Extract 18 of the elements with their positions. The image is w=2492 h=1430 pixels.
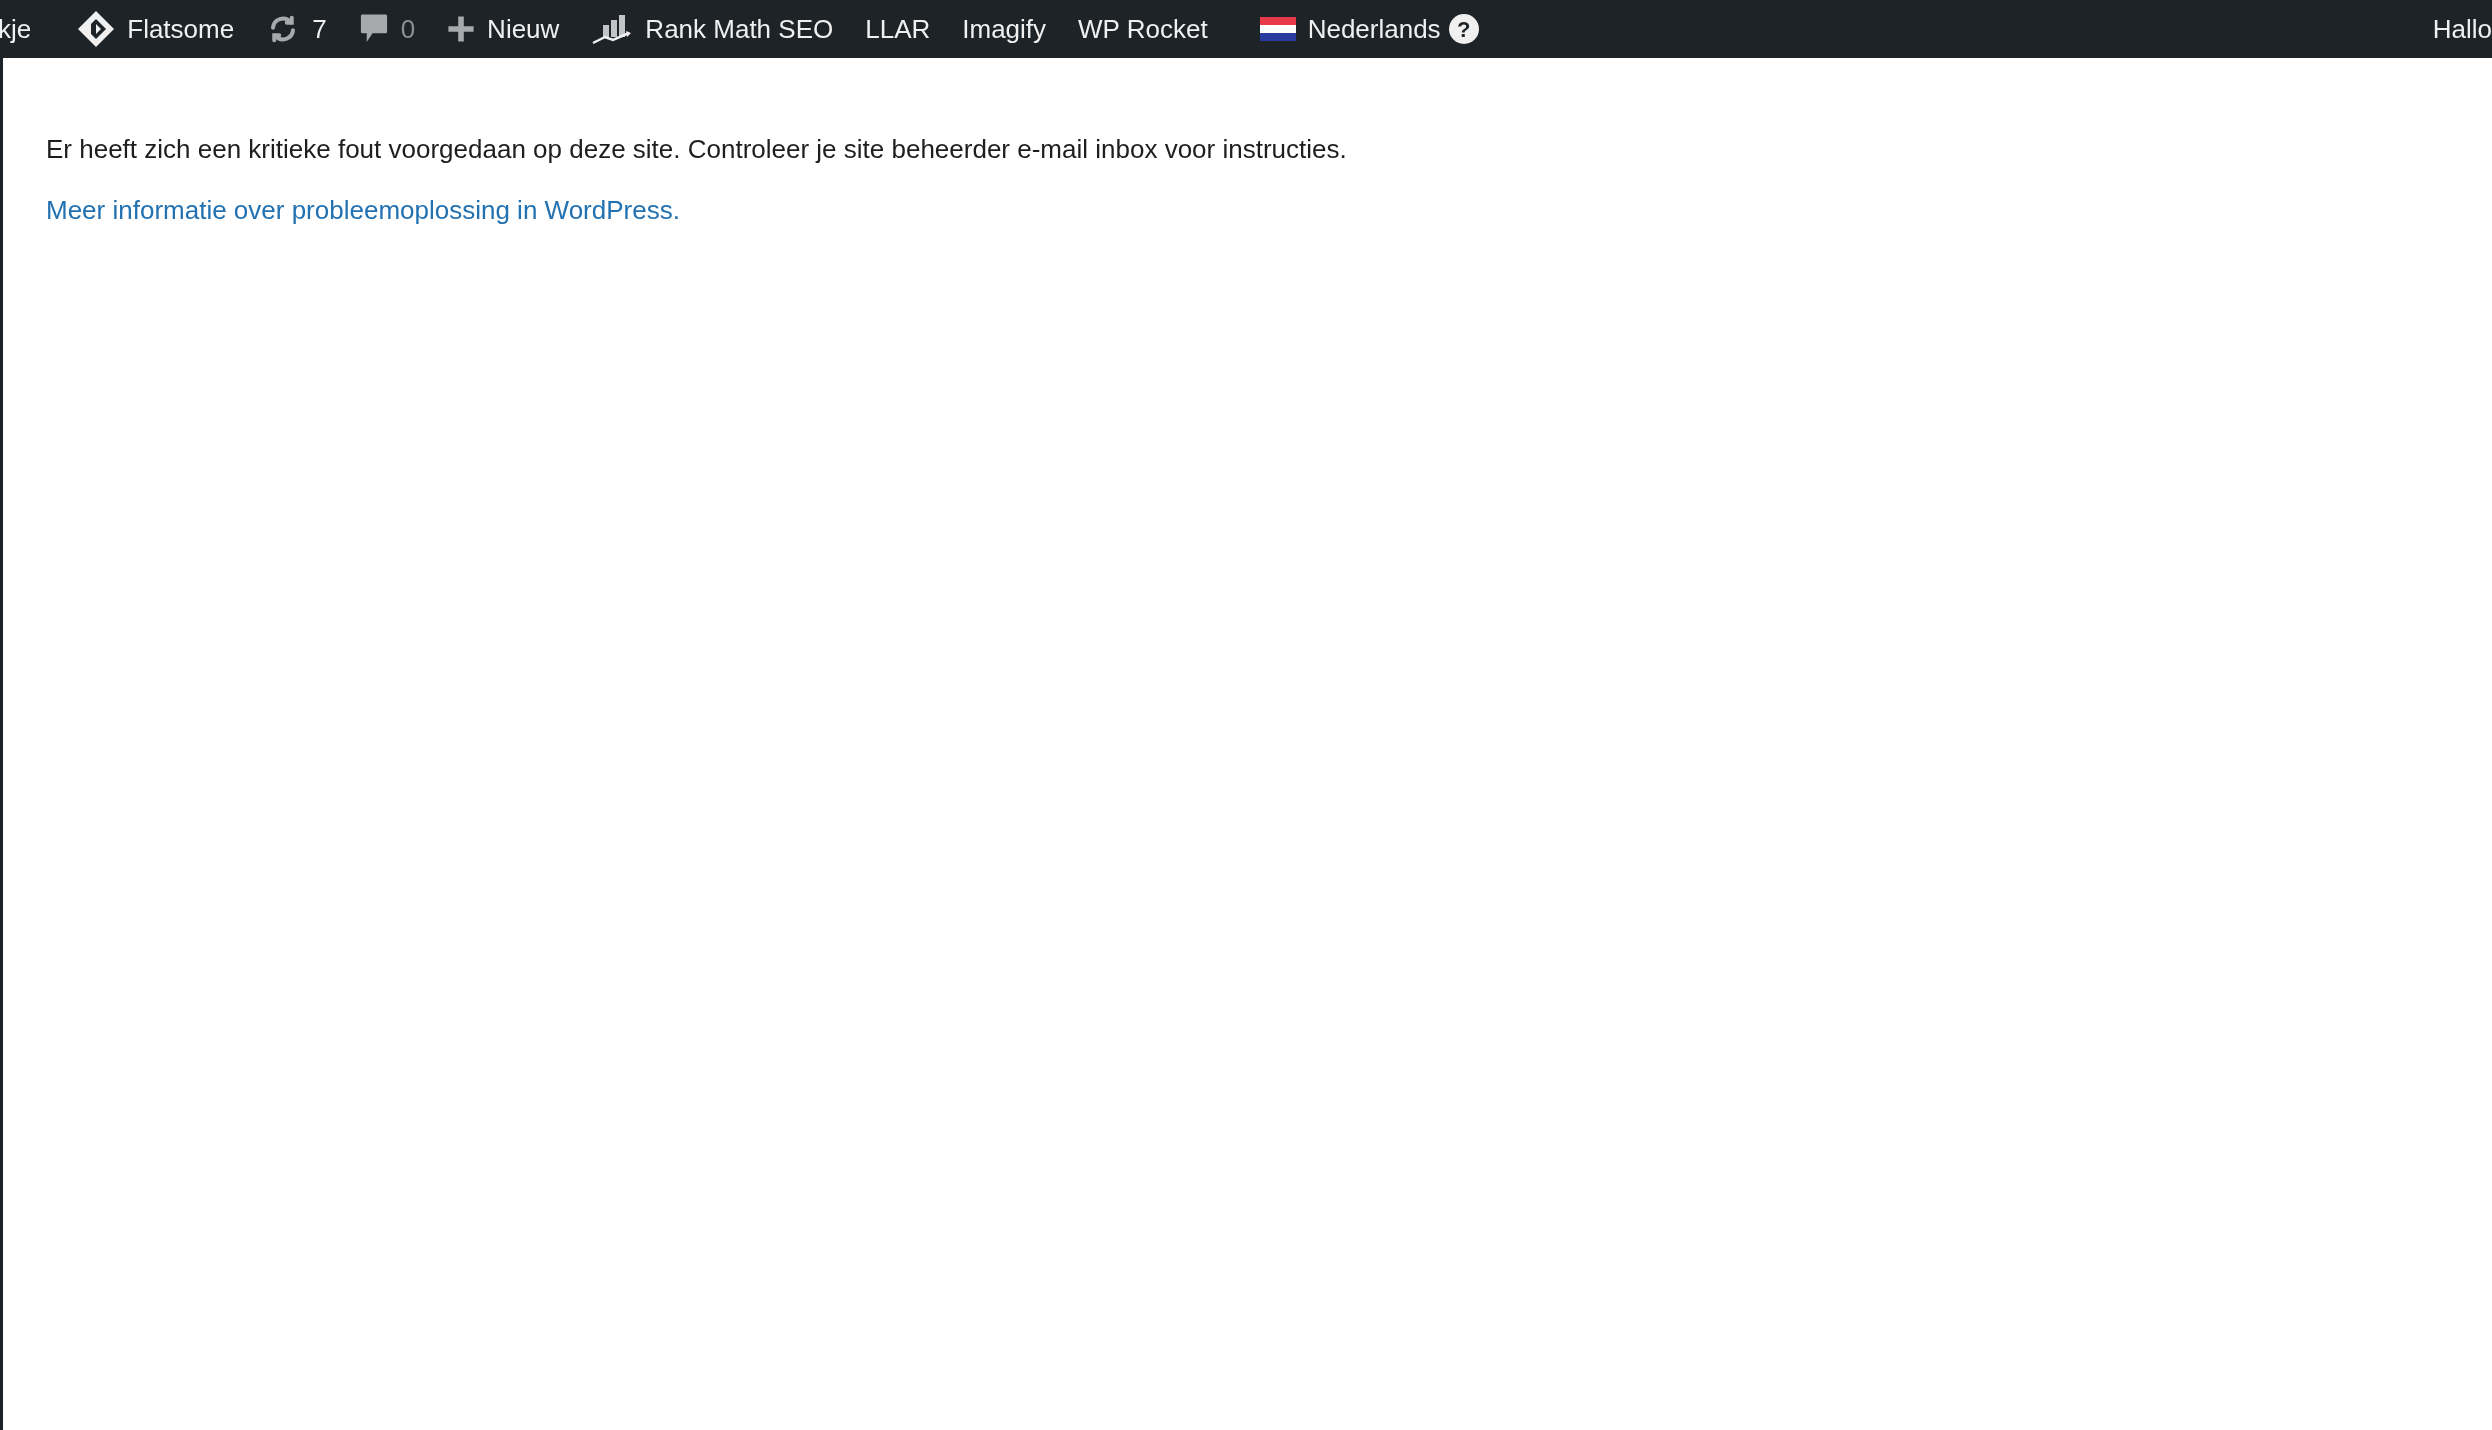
theme-menu-item[interactable]: Flatsome: [61, 0, 251, 58]
diamond-logo-icon: [77, 10, 116, 48]
help-button[interactable]: ?: [1448, 14, 1479, 44]
seo-menu-item[interactable]: Rank Math SEO: [575, 0, 850, 58]
toolbar-menu-item[interactable]: LLAR: [849, 0, 947, 58]
error-message: Er heeft zich een kritieke fout voorgedaan op deze site. Controleer je site beheerder e-mail inbox voor instructies.: [46, 133, 1348, 166]
site-name-link[interactable]: kje: [0, 0, 62, 58]
bar-chart-icon: [591, 13, 634, 45]
comments-menu-item[interactable]: 0: [342, 0, 432, 58]
language-menu-item[interactable]: Nederlands: [1223, 0, 1441, 58]
account-greeting[interactable]: Hallo: [2432, 9, 2492, 49]
plus-icon: [447, 15, 476, 43]
toolbar-menu-item[interactable]: WP Rocket: [1062, 0, 1224, 58]
flag-icon: [1259, 17, 1296, 41]
updates-menu-item[interactable]: 7: [250, 0, 343, 58]
toolbar-menu-item[interactable]: Imagify: [946, 0, 1063, 58]
help-link[interactable]: Meer informatie over probleemoplossing in WordPress.: [46, 191, 680, 230]
new-menu-item[interactable]: Nieuw: [431, 0, 576, 58]
